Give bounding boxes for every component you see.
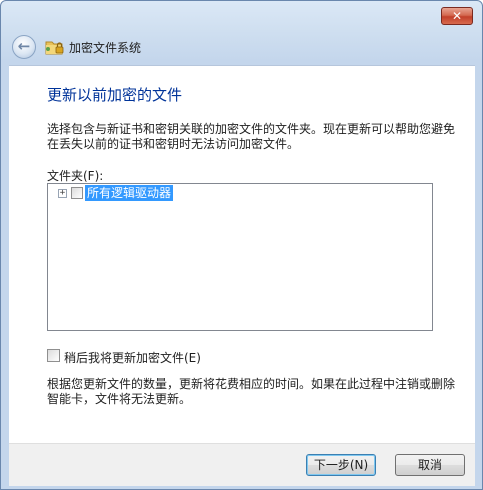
update-later-label[interactable]: 稍后我将更新加密文件(E)	[64, 349, 201, 366]
page-title: 更新以前加密的文件	[47, 86, 183, 104]
window-title: 加密文件系统	[69, 41, 142, 55]
cancel-button[interactable]: 取消	[395, 454, 465, 476]
tree-item-all-logical-drives[interactable]: 所有逻辑驱动器	[85, 185, 174, 201]
back-button[interactable]: ←	[12, 35, 36, 59]
encrypting-file-system-icon	[45, 37, 65, 57]
close-button[interactable]: ✕	[441, 7, 473, 25]
next-button[interactable]: 下一步(N)	[306, 454, 376, 476]
button-bar: 下一步(N) 取消	[9, 443, 475, 486]
dialog-window: ✕ ← 加密文件系统 更新以前加密的文件 选择包含与新证书和密钥关联的加密文件的…	[0, 0, 483, 490]
folder-label: 文件夹(F):	[47, 169, 104, 183]
description-text: 选择包含与新证书和密钥关联的加密文件的文件夹。现在更新可以帮助您避免在丢失以前的…	[47, 122, 456, 151]
update-later-checkbox[interactable]	[47, 349, 60, 362]
wizard-content: 更新以前加密的文件 选择包含与新证书和密钥关联的加密文件的文件夹。现在更新可以帮…	[9, 65, 475, 444]
expand-plus-icon[interactable]: +	[58, 189, 67, 198]
folder-tree[interactable]: + 所有逻辑驱动器	[47, 183, 433, 331]
tree-item-checkbox[interactable]	[71, 187, 83, 199]
note-text: 根据您更新文件的数量，更新将花费相应的时间。如果在此过程中注销或删除智能卡，文件…	[47, 377, 456, 406]
